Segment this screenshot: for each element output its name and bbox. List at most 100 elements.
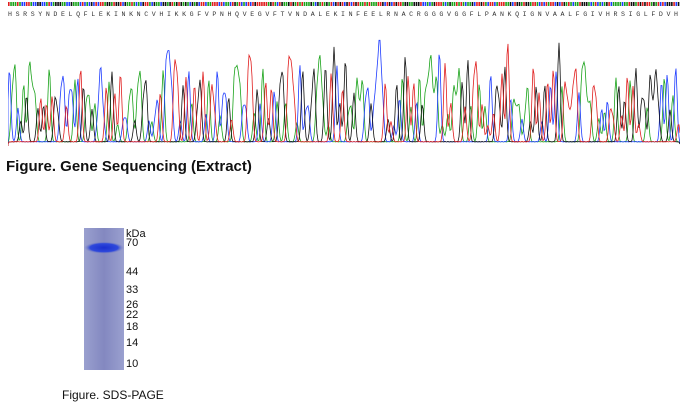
base-call-mark xyxy=(149,2,151,6)
base-call-mark xyxy=(451,2,454,6)
base-call-mark xyxy=(621,2,624,6)
base-call-mark xyxy=(673,2,675,6)
base-call-mark xyxy=(88,2,91,6)
base-call-mark xyxy=(583,2,586,6)
base-call-mark xyxy=(547,2,550,6)
base-call-mark xyxy=(653,2,655,6)
base-call-mark xyxy=(525,2,528,6)
base-call-mark xyxy=(413,2,416,6)
base-call-mark xyxy=(644,2,646,6)
base-call-mark xyxy=(267,2,270,6)
base-call-mark xyxy=(68,2,71,6)
base-call-mark xyxy=(422,2,424,6)
base-call-mark xyxy=(249,2,252,6)
base-call-mark xyxy=(438,2,440,6)
base-call-mark xyxy=(498,2,501,6)
base-call-mark xyxy=(252,2,254,6)
base-call-mark xyxy=(37,2,39,6)
base-call-mark xyxy=(120,2,122,6)
chromatogram-trace xyxy=(8,39,680,146)
base-call-mark xyxy=(108,2,111,6)
base-call-mark xyxy=(563,2,566,6)
base-call-mark xyxy=(393,2,395,6)
base-call-mark xyxy=(61,2,64,6)
base-call-mark xyxy=(178,2,180,6)
base-call-mark xyxy=(655,2,657,6)
base-call-mark xyxy=(39,2,41,6)
base-call-mark xyxy=(572,2,575,6)
base-call-mark xyxy=(111,2,113,6)
base-call-mark xyxy=(59,2,62,6)
base-call-mark xyxy=(25,2,28,6)
sds-page-gel-lane xyxy=(84,228,124,370)
base-call-mark xyxy=(55,2,57,6)
base-call-mark xyxy=(635,2,637,6)
base-call-mark xyxy=(155,2,158,6)
base-call-mark xyxy=(225,2,227,6)
marker-33: 33 xyxy=(126,283,139,296)
base-call-mark xyxy=(507,2,510,6)
base-call-mark xyxy=(494,2,496,6)
base-call-mark xyxy=(512,2,514,6)
base-call-mark xyxy=(135,2,138,6)
base-call-mark xyxy=(456,2,458,6)
base-call-mark xyxy=(657,2,660,6)
amino-acid-sequence: H S R S Y N D E L Q F L E K I N K N C V … xyxy=(8,11,678,18)
base-call-mark xyxy=(238,2,241,6)
base-call-mark xyxy=(361,2,364,6)
base-call-mark xyxy=(189,2,192,6)
base-call-mark xyxy=(104,2,106,6)
base-call-mark xyxy=(128,2,131,6)
base-call-mark xyxy=(328,2,330,6)
base-call-mark xyxy=(417,2,420,6)
base-call-mark xyxy=(64,2,66,6)
base-call-mark xyxy=(247,2,250,6)
base-call-mark xyxy=(355,2,357,6)
base-call-mark xyxy=(592,2,595,6)
base-call-mark xyxy=(211,2,214,6)
marker-14: 14 xyxy=(126,337,139,350)
base-call-mark xyxy=(140,2,142,6)
base-call-mark xyxy=(552,2,554,6)
base-call-mark xyxy=(272,2,274,6)
base-call-mark xyxy=(536,2,539,6)
base-call-mark xyxy=(317,2,319,6)
base-call-mark xyxy=(550,2,552,6)
base-call-mark xyxy=(243,2,245,6)
base-call-mark xyxy=(158,2,160,6)
base-call-mark xyxy=(559,2,561,6)
base-call-mark xyxy=(113,2,115,6)
base-call-mark xyxy=(81,2,84,6)
base-call-mark xyxy=(339,2,342,6)
base-call-mark xyxy=(594,2,597,6)
base-call-mark xyxy=(610,2,613,6)
base-call-mark xyxy=(126,2,129,6)
base-call-mark xyxy=(585,2,588,6)
base-call-mark xyxy=(182,2,185,6)
base-call-mark xyxy=(227,2,230,6)
base-call-mark xyxy=(48,2,50,6)
base-call-mark xyxy=(426,2,429,6)
base-call-mark xyxy=(303,2,306,6)
base-call-mark xyxy=(146,2,149,6)
base-call-mark xyxy=(216,2,218,6)
base-call-mark xyxy=(608,2,610,6)
base-call-mark xyxy=(137,2,140,6)
base-call-mark xyxy=(341,2,344,6)
base-call-mark xyxy=(668,2,671,6)
marker-70: 70 xyxy=(126,237,139,249)
base-call-mark xyxy=(395,2,398,6)
base-call-mark xyxy=(133,2,136,6)
base-call-mark xyxy=(568,2,570,6)
base-call-mark xyxy=(234,2,236,6)
base-call-mark xyxy=(529,2,532,6)
base-call-mark xyxy=(167,2,169,6)
base-call-mark xyxy=(8,2,10,6)
base-call-mark xyxy=(283,2,286,6)
base-call-mark xyxy=(431,2,433,6)
base-call-mark xyxy=(659,2,662,6)
base-call-mark xyxy=(314,2,317,6)
base-call-mark xyxy=(648,2,651,6)
base-call-mark xyxy=(532,2,534,6)
amino-acid-row: H S R S Y N D E L Q F L E K I N K N C V … xyxy=(8,11,678,18)
